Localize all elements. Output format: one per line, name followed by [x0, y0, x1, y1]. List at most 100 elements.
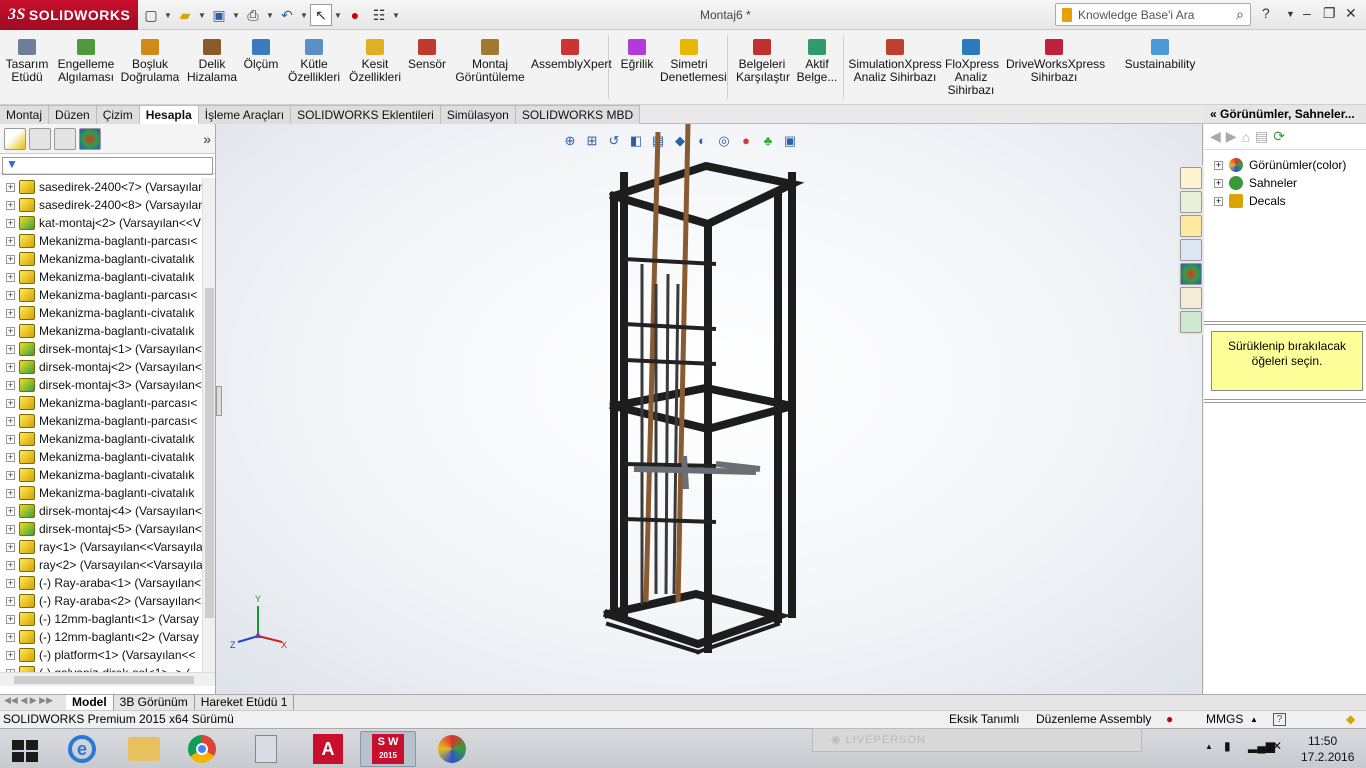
- expand-icon[interactable]: +: [6, 434, 15, 444]
- tab-7[interactable]: SOLIDWORKS MBD: [515, 105, 641, 124]
- ribbon-button-measure[interactable]: Ölçüm: [243, 35, 279, 71]
- tree-item[interactable]: + Mekanizma-baglantı-parcası<: [0, 286, 202, 304]
- clock-time[interactable]: 11:50: [1308, 734, 1337, 748]
- expand-icon[interactable]: +: [6, 542, 15, 552]
- tab-4[interactable]: İşleme Araçları: [198, 105, 292, 124]
- tree-item[interactable]: + Mekanizma-baglantı-civatalık: [0, 304, 202, 322]
- tab-2[interactable]: Çizim: [96, 105, 140, 124]
- tree-item[interactable]: + Mekanizma-baglantı-civatalık: [0, 484, 202, 502]
- expand-icon[interactable]: +: [6, 290, 15, 300]
- expand-icon[interactable]: +: [1214, 160, 1223, 170]
- expand-icon[interactable]: +: [6, 200, 15, 210]
- tree-item[interactable]: + (-) Ray-araba<2> (Varsayılan<: [0, 592, 202, 610]
- tree-item[interactable]: + (-) platform<1> (Varsayılan<<: [0, 646, 202, 664]
- notifications-icon[interactable]: ◆: [1346, 711, 1355, 728]
- expand-icon[interactable]: +: [6, 416, 15, 426]
- graphics-viewport[interactable]: ⊕ ⊞ ↺ ◧ ▤ ◆ ◐ ◎ ● ♣ ▣ ◫ ◫ – ❐ ✕: [216, 124, 1203, 694]
- expand-icon[interactable]: +: [6, 650, 15, 660]
- expand-icon[interactable]: +: [6, 398, 15, 408]
- rebuild-traffic-light-icon[interactable]: ●: [344, 4, 366, 26]
- ribbon-button-compare[interactable]: Belgeleri Karşılaştır: [736, 35, 790, 84]
- elevator-frame-model[interactable]: Y X Z: [216, 124, 1203, 694]
- ribbon-button-section[interactable]: Kesit Özellikleri: [347, 35, 403, 84]
- ribbon-button-design-study[interactable]: Tasarım Etüdü: [4, 35, 50, 84]
- tree-item[interactable]: + Mekanizma-baglantı-parcası<: [0, 412, 202, 430]
- forum-icon[interactable]: [1180, 311, 1202, 333]
- expand-icon[interactable]: +: [6, 308, 15, 318]
- ribbon-button-interference[interactable]: Engelleme Algılaması: [57, 35, 115, 84]
- solidworks-logo[interactable]: 3S SOLIDWORKS: [0, 0, 138, 30]
- expand-icon[interactable]: +: [6, 470, 15, 480]
- tree-horizontal-scrollbar[interactable]: [0, 672, 215, 686]
- units-status[interactable]: MMGS: [1206, 711, 1243, 728]
- expand-icon[interactable]: +: [6, 362, 15, 372]
- expand-icon[interactable]: +: [6, 506, 15, 516]
- chevron-down-icon[interactable]: ▼: [198, 11, 206, 20]
- chevron-down-icon[interactable]: ▼: [392, 11, 400, 20]
- design-library-icon[interactable]: [1180, 191, 1202, 213]
- start-button[interactable]: [0, 731, 50, 767]
- feature-manager-tab-icon[interactable]: [4, 127, 26, 150]
- chevron-up-icon[interactable]: ▲: [1250, 711, 1258, 728]
- ribbon-button-clearance[interactable]: Boşluk Doğrulama: [120, 35, 180, 84]
- ribbon-button-curvature[interactable]: Eğrilik: [618, 35, 656, 71]
- tree-item[interactable]: + Mekanizma-baglantı-civatalık: [0, 268, 202, 286]
- refresh-icon[interactable]: ⟳: [1273, 128, 1285, 145]
- tree-item[interactable]: + (-) 12mm-baglantı<1> (Varsay: [0, 610, 202, 628]
- tree-item[interactable]: + Mekanizma-baglantı-civatalık: [0, 430, 202, 448]
- search-input[interactable]: Knowledge Base'i Ara: [1078, 8, 1194, 22]
- battery-icon[interactable]: ▮: [1224, 739, 1231, 753]
- save-icon[interactable]: ▣: [208, 4, 230, 26]
- tree-item[interactable]: +(-) galvaniz-direk-sol<1> -> (: [0, 664, 202, 672]
- calculator-icon[interactable]: [238, 731, 294, 767]
- undo-icon[interactable]: ↶: [276, 4, 298, 26]
- help-icon[interactable]: ?: [1273, 713, 1286, 726]
- tree-filter[interactable]: ▼: [0, 154, 215, 175]
- expand-icon[interactable]: +: [6, 524, 15, 534]
- file-explorer-icon[interactable]: [1180, 215, 1202, 237]
- ribbon-button-symmetry[interactable]: Simetri Denetlemesi: [660, 35, 727, 84]
- expand-icon[interactable]: +: [6, 488, 15, 498]
- view-palette-icon[interactable]: [1180, 239, 1202, 261]
- expand-icon[interactable]: +: [6, 452, 15, 462]
- tree-vertical-scrollbar[interactable]: [202, 178, 215, 672]
- chevron-down-icon[interactable]: ▼: [1286, 9, 1295, 19]
- add-folder-icon[interactable]: ▤: [1255, 128, 1268, 145]
- network-icon[interactable]: ▂▄▆: [1248, 739, 1275, 753]
- tree-item[interactable]: + Mekanizma-baglantı-civatalık: [0, 448, 202, 466]
- expand-icon[interactable]: +: [1214, 196, 1223, 206]
- chevron-down-icon[interactable]: ▼: [232, 11, 240, 20]
- solidworks-taskbar-icon[interactable]: S W 2015: [360, 731, 416, 767]
- expand-icon[interactable]: +: [6, 254, 15, 264]
- ribbon-button-floxpress[interactable]: FloXpress Analiz Sihirbazı: [945, 35, 999, 97]
- internet-explorer-icon[interactable]: e: [54, 731, 110, 767]
- search-icon[interactable]: ⌕: [1236, 6, 1244, 23]
- tab-6[interactable]: Simülasyon: [440, 105, 516, 124]
- tree-item[interactable]: + Mekanizma-baglantı-parcası<: [0, 232, 202, 250]
- close-button[interactable]: ✕: [1345, 5, 1357, 22]
- tab-motion-study[interactable]: Hareket Etüdü 1: [195, 695, 295, 710]
- file-explorer-icon[interactable]: [116, 731, 172, 767]
- select-arrow-icon[interactable]: ↖: [310, 4, 332, 26]
- expand-icon[interactable]: +: [6, 578, 15, 588]
- configuration-manager-tab-icon[interactable]: [54, 127, 76, 150]
- tree-item[interactable]: + dirsek-montaj<2> (Varsayılan<: [0, 358, 202, 376]
- appearances-scenes-icon[interactable]: [1180, 263, 1202, 285]
- chevron-down-icon[interactable]: ▼: [164, 11, 172, 20]
- clock-date[interactable]: 17.2.2016: [1301, 750, 1354, 764]
- tree-item[interactable]: + (-) 12mm-baglantı<2> (Varsay: [0, 628, 202, 646]
- tree-item-decals[interactable]: + Decals: [1204, 192, 1366, 210]
- tree-item[interactable]: + ray<1> (Varsayılan<<Varsayıla: [0, 538, 202, 556]
- expand-icon[interactable]: +: [6, 218, 15, 228]
- ribbon-button-assemblyxpert[interactable]: AssemblyXpert: [531, 35, 612, 71]
- rebuild-status-icon[interactable]: ●: [1166, 711, 1173, 728]
- tree-item[interactable]: + dirsek-montaj<5> (Varsayılan<: [0, 520, 202, 538]
- tab-scroll-arrows[interactable]: ◀◀ ◀ ▶ ▶▶: [0, 695, 66, 710]
- tree-item-scenes[interactable]: + Sahneler: [1204, 174, 1366, 192]
- ribbon-button-simulation[interactable]: SimulationXpress Analiz Sihirbazı: [848, 35, 942, 84]
- expand-icon[interactable]: +: [6, 614, 15, 624]
- ribbon-button-driveworks[interactable]: DriveWorksXpress Sihirbazı: [1006, 35, 1105, 84]
- custom-properties-icon[interactable]: [1180, 287, 1202, 309]
- expand-icon[interactable]: +: [1214, 178, 1223, 188]
- forward-icon[interactable]: ▶: [1226, 128, 1237, 145]
